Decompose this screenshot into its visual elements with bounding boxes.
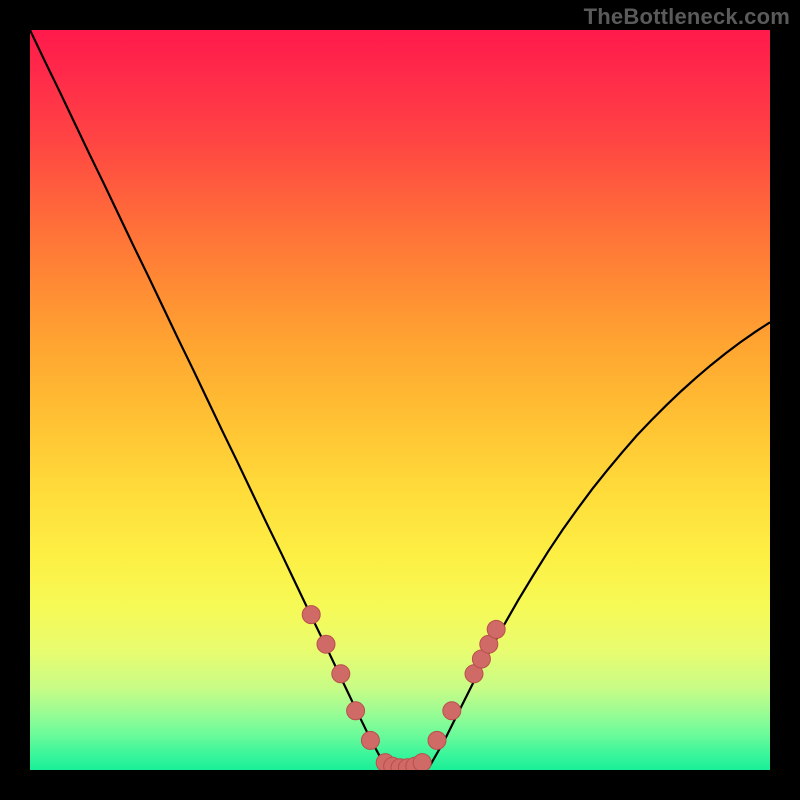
bottleneck-curve xyxy=(30,30,770,770)
marker-point xyxy=(443,702,461,720)
marker-group xyxy=(302,606,505,770)
chart-svg xyxy=(30,30,770,770)
marker-point xyxy=(361,731,379,749)
marker-point xyxy=(332,665,350,683)
marker-point xyxy=(302,606,320,624)
marker-point xyxy=(347,702,365,720)
marker-point xyxy=(428,731,446,749)
marker-point xyxy=(487,620,505,638)
chart-frame: TheBottleneck.com xyxy=(0,0,800,800)
marker-point xyxy=(317,635,335,653)
watermark-text: TheBottleneck.com xyxy=(584,4,790,30)
marker-point xyxy=(413,754,431,770)
plot-area xyxy=(30,30,770,770)
